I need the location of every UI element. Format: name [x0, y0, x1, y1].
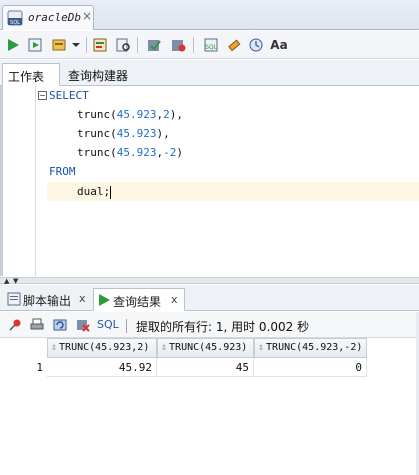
commit-icon[interactable]	[144, 35, 164, 55]
column-header-label: TRUNC(45.923,2)	[59, 342, 150, 353]
dropdown-arrow-icon[interactable]	[70, 35, 82, 55]
close-script-output-icon[interactable]: x	[79, 292, 86, 305]
results-toolbar: SQL 提取的所有行: 1, 用时 0.002 秒	[0, 312, 419, 338]
column-header-1[interactable]: ⇕ TRUNC(45.923,2)	[47, 338, 157, 358]
row-number: 1	[36, 361, 43, 374]
table-cell[interactable]: 45.92	[47, 358, 157, 377]
close-query-result-icon[interactable]: x	[171, 293, 178, 306]
change-case-icon[interactable]: Aa	[268, 35, 290, 55]
splitter-down-arrow-icon[interactable]: ▼	[13, 277, 18, 285]
code-line-trunc-2: trunc(45.923),	[77, 127, 170, 140]
worksheet-toolbar: SQL Aa	[0, 31, 419, 59]
table-cell[interactable]: 45	[157, 358, 254, 377]
sort-icon: ⇕	[51, 342, 58, 353]
run-script-icon[interactable]	[25, 35, 45, 55]
editor-subtabs: 工作表 查询构建器	[0, 60, 419, 86]
fold-collapse-icon[interactable]: −	[38, 91, 47, 100]
toolbar-separator	[86, 37, 87, 53]
sort-icon: ⇕	[258, 342, 265, 353]
sql-editor[interactable]: − SELECT trunc(45.923,2), trunc(45.923),…	[0, 86, 419, 276]
svg-text:SQL: SQL	[205, 44, 218, 51]
fetch-status-text: 提取的所有行: 1, 用时 0.002 秒	[136, 320, 310, 334]
print-icon[interactable]	[28, 316, 46, 334]
clear-icon[interactable]	[224, 35, 244, 55]
code-line-select: SELECT	[49, 89, 89, 102]
document-tab-bar: SQL oracleDb ×	[0, 0, 419, 30]
change-case-label: Aa	[270, 38, 288, 52]
code-line-from: FROM	[49, 165, 76, 178]
code-line-trunc-3: trunc(45.923,-2)	[77, 146, 183, 159]
column-header-label: TRUNC(45.923,-2)	[266, 342, 363, 353]
unshared-sql-icon[interactable]: SQL	[201, 35, 221, 55]
sql-tuning-icon[interactable]	[113, 35, 133, 55]
rollback-icon[interactable]	[168, 35, 188, 55]
cancel-query-icon[interactable]	[74, 316, 92, 334]
results-grid[interactable]: ⇕ TRUNC(45.923,2) ⇕ TRUNC(45.923) ⇕ TRUNC(4…	[2, 338, 419, 475]
toolbar-separator	[137, 37, 138, 53]
close-tab-icon[interactable]: ×	[82, 9, 92, 23]
refresh-icon[interactable]	[51, 316, 69, 334]
column-header-3[interactable]: ⇕ TRUNC(45.923,-2)	[254, 338, 367, 358]
tab-query-builder[interactable]: 查询构建器	[63, 63, 139, 86]
sql-link[interactable]: SQL	[97, 318, 119, 331]
query-result-icon	[99, 294, 110, 306]
code-line-trunc-1: trunc(45.923,2),	[77, 108, 183, 121]
sql-file-icon: SQL	[7, 10, 23, 26]
code-line-dual: dual;	[77, 185, 112, 199]
script-output-icon	[7, 292, 21, 306]
splitter-up-arrow-icon[interactable]: ▲	[4, 277, 9, 285]
toolbar-separator	[193, 37, 194, 53]
column-header-label: TRUNC(45.923)	[169, 342, 248, 353]
output-panel-tabs: 脚本输出 x 查询结果 x	[0, 285, 419, 311]
panel-splitter[interactable]: ▲ ▼	[0, 277, 419, 285]
pin-icon[interactable]	[6, 316, 24, 334]
sort-icon: ⇕	[161, 342, 168, 353]
tab-script-output[interactable]: 脚本输出 x	[4, 288, 90, 311]
autotrace-icon[interactable]	[49, 35, 69, 55]
sql-history-icon[interactable]	[246, 35, 266, 55]
explain-plan-icon[interactable]	[90, 35, 110, 55]
text-caret	[110, 185, 112, 199]
document-tab-title: oracleDb	[28, 11, 81, 24]
table-cell[interactable]: 0	[254, 358, 367, 377]
tab-worksheet[interactable]: 工作表	[2, 63, 60, 86]
run-statement-icon[interactable]	[3, 35, 23, 55]
results-toolbar-separator	[126, 319, 127, 333]
document-tab-oracledb[interactable]: SQL oracleDb ×	[2, 5, 94, 30]
gutter-divider	[35, 86, 36, 276]
tab-script-output-label: 脚本输出	[23, 294, 72, 308]
tab-query-result[interactable]: 查询结果 x	[93, 288, 185, 311]
column-header-2[interactable]: ⇕ TRUNC(45.923)	[157, 338, 254, 358]
tab-query-result-label: 查询结果	[113, 295, 162, 309]
svg-text:SQL: SQL	[10, 20, 20, 26]
